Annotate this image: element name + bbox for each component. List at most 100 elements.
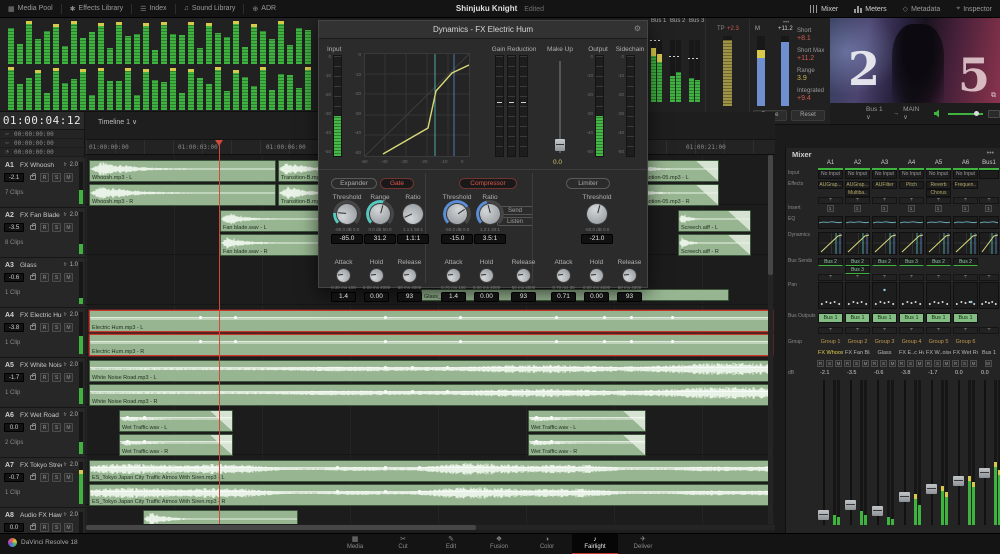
automation-keyframe[interactable] [234,316,237,319]
audio-clip[interactable]: motion-05.mp3 - L [641,160,719,182]
mixer-dynamics-thumbnail[interactable] [926,232,951,255]
mixer-channel-header[interactable]: A4 [899,160,924,170]
mixer-add-output-button[interactable]: + [979,327,999,334]
track-level-value[interactable]: -1.7 [4,373,24,382]
mixer-add-output-button[interactable]: + [899,327,924,334]
mixer-eq-thumbnail[interactable] [818,216,843,229]
track-arm-button[interactable]: R [40,473,49,482]
track-header-a2[interactable]: A2 FX Fan Blade fr 2.0 -3.5 R S M 8 Clips [0,208,85,258]
gate_attack-value[interactable]: 1.4 [331,292,356,302]
audio-clip[interactable]: Electric Hum.mp3 - R [89,334,773,356]
audio-clip[interactable]: Wet Traffic.wav - R [119,434,233,456]
mixer-mute-button[interactable]: M [916,360,923,367]
track-level-value[interactable]: 0.0 [4,423,24,432]
lock-icon[interactable] [30,523,36,530]
mixer-insert-toggle[interactable]: 1 [907,205,915,212]
automation-keyframe[interactable] [384,390,387,393]
expander-tab[interactable]: Expander [331,178,377,189]
track-mute-button[interactable]: M [64,523,73,532]
audio-clip[interactable]: White Noise Road.mp3 - L [89,360,773,382]
mixer-add-effect-button[interactable]: + [979,197,999,204]
speaker-icon[interactable] [933,109,942,118]
automation-keyframe[interactable] [446,366,449,369]
mixer-group-assign[interactable]: Group 2 [845,339,870,347]
clip-fade-handle[interactable] [728,235,750,255]
track-arm-button[interactable]: R [40,173,49,182]
mixer-effect-slot[interactable]: Chorus [926,189,951,197]
mixer-add-send-button[interactable]: + [926,274,951,281]
audio-clip[interactable]: Screech.aiff - L [678,210,751,232]
automation-keyframe[interactable] [555,316,558,319]
automation-keyframe[interactable] [384,490,387,493]
audio-clip[interactable]: Whoosh.mp3 - L [89,160,276,182]
mixer-channel-header[interactable]: A6 [953,160,978,170]
sound-library-button[interactable]: ♫ Sound Library [176,0,244,17]
mixer-bus-send[interactable]: Bus 2 [845,258,870,266]
mixer-eq-thumbnail[interactable] [953,216,978,229]
track-level-value[interactable]: 0.0 [4,523,24,532]
lim_hold-value[interactable]: 0.00 [584,292,609,302]
comp_threshold-value[interactable]: -15.0 [441,234,473,244]
mixer-add-output-button[interactable]: + [845,327,870,334]
mixer-input-select[interactable] [979,170,999,179]
mixer-eq-thumbnail[interactable] [845,216,870,229]
compressor-tab[interactable]: Compressor [459,178,517,189]
mixer-group-assign[interactable]: Group 6 [953,339,978,347]
mixer-pan-control[interactable] [953,282,978,309]
clip-fade-handle[interactable] [696,185,718,205]
track-mute-button[interactable]: M [64,273,73,282]
mixer-channel-header[interactable]: A5 [926,160,951,170]
automation-keyframe[interactable] [671,316,674,319]
automation-keyframe[interactable] [199,340,202,343]
page-tab-cut[interactable]: ✂ Cut [380,534,426,554]
automation-keyframe[interactable] [550,440,553,443]
automation-keyframe[interactable] [459,340,462,343]
track-level-value[interactable]: -3.5 [4,223,24,232]
mixer-add-output-button[interactable]: + [818,327,843,334]
audio-clip[interactable]: Electric Hum.mp3 - L [89,310,773,332]
gate-tab[interactable]: Gate [380,178,414,189]
mixer-dynamics-thumbnail[interactable] [845,232,870,255]
mixer-fader-handle[interactable] [818,510,829,520]
mixer-bus-send[interactable]: Bus 2 [953,258,978,266]
comp_release-value[interactable]: 93 [511,292,536,302]
mixer-add-output-button[interactable]: + [872,327,897,334]
automation-keyframe[interactable] [418,466,421,469]
mixer-add-effect-button[interactable]: + [899,197,924,204]
gate_release-value[interactable]: 93 [397,292,422,302]
automation-keyframe[interactable] [384,340,387,343]
comp_attack-value[interactable]: 1.4 [441,292,466,302]
automation-line[interactable] [90,467,772,468]
mixer-add-effect-button[interactable]: + [845,197,870,204]
automation-line[interactable] [90,317,772,318]
automation-line[interactable] [529,441,645,442]
mixer-effect-slot[interactable]: AUGrap... [818,181,843,189]
mixer-group-assign[interactable]: Group 3 [872,339,897,347]
comp_ratio-knob[interactable] [476,200,504,228]
lock-icon[interactable] [30,273,36,280]
automation-keyframe[interactable] [535,416,538,419]
mixer-solo-button[interactable]: S [934,360,941,367]
gate_threshold-knob[interactable] [333,200,361,228]
mixer-arm-button[interactable]: R [844,360,851,367]
audio-clip[interactable]: Whoosh.mp3 - R [89,184,276,206]
mixer-solo-button[interactable]: S [880,360,887,367]
viewer-expand-icon[interactable]: ⧉ [991,92,996,100]
automation-keyframe[interactable] [143,416,146,419]
mixer-eq-thumbnail[interactable] [899,216,924,229]
mixer-channel-header[interactable]: A2 [845,160,870,170]
mixer-fader-handle[interactable] [926,484,937,494]
mixer-arm-button[interactable]: R [952,360,959,367]
timeline-vertical-scrollbar[interactable] [768,155,773,524]
track-arm-button[interactable]: R [40,423,49,432]
automation-keyframe[interactable] [336,490,339,493]
track-solo-button[interactable]: S [52,523,61,532]
automation-line[interactable] [90,367,772,368]
mixer-add-send-button[interactable]: + [953,274,978,281]
mixer-insert-toggle[interactable]: 1 [880,205,888,212]
mixer-arm-button[interactable]: R [925,360,932,367]
timeline-horizontal-scrollbar[interactable] [86,525,775,530]
inspector-toggle-button[interactable]: ⌖ Inspector [948,0,1000,18]
automation-line[interactable] [90,491,772,492]
mixer-pan-control[interactable] [872,282,897,309]
